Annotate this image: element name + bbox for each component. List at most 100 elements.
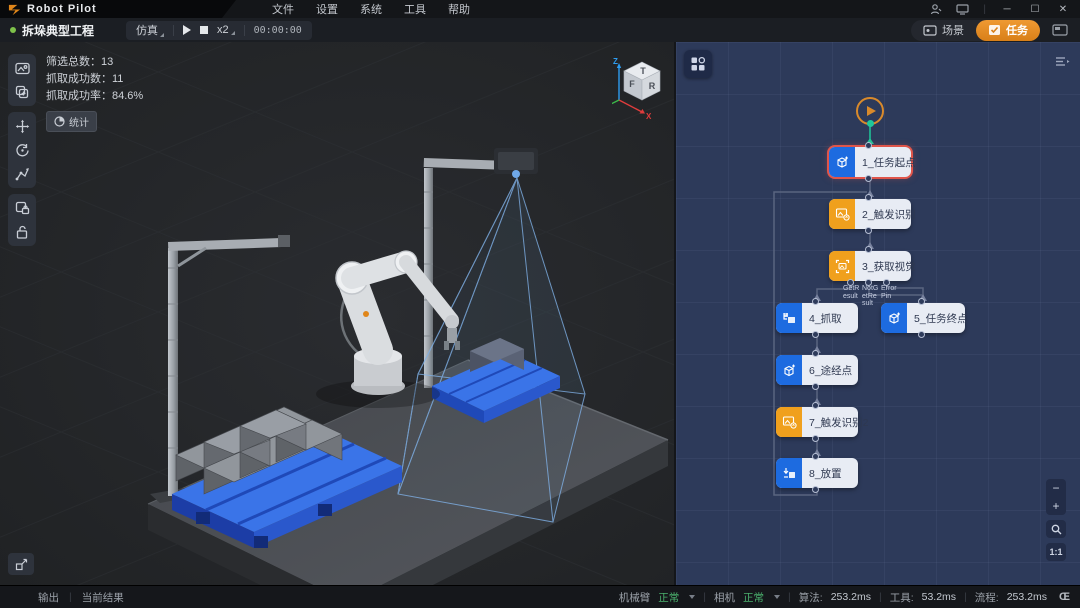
- output-port[interactable]: [812, 435, 819, 442]
- layers-add-button[interactable]: [10, 81, 34, 103]
- speed-dropdown[interactable]: x2: [217, 24, 235, 36]
- viewport-toolbar: [8, 54, 36, 246]
- 3d-viewport[interactable]: 筛选总数：13 抓取成功数：11 抓取成功率：84.6% 统计 T F R: [0, 42, 674, 585]
- task-flow-panel[interactable]: 1_任务起点 2_触发识别 3_获取视觉 GetResult NotGetRes…: [674, 42, 1080, 585]
- expand-icon: [15, 558, 28, 571]
- menu-help[interactable]: 帮助: [448, 1, 470, 17]
- flow-start-node[interactable]: [856, 97, 884, 125]
- output-port[interactable]: [812, 486, 819, 493]
- statistics-button[interactable]: 统计: [46, 111, 97, 132]
- port-label-getresult: GetResult: [843, 285, 861, 300]
- input-port[interactable]: [865, 194, 872, 201]
- axis-z-label: Z: [613, 57, 618, 66]
- output-tab[interactable]: 输出: [38, 590, 59, 605]
- menu-system[interactable]: 系统: [360, 1, 382, 17]
- flow-time-value: 253.2ms: [1007, 591, 1047, 603]
- robot-status-value[interactable]: 正常: [658, 590, 679, 605]
- view-capture-button[interactable]: [10, 57, 34, 79]
- output-port[interactable]: [918, 331, 925, 338]
- cube-icon: [881, 303, 907, 333]
- path-tool-button[interactable]: [10, 163, 34, 185]
- chevron-down-icon[interactable]: [689, 595, 695, 599]
- panel-icon: [1052, 24, 1068, 36]
- input-port[interactable]: [812, 298, 819, 305]
- task-icon: [988, 24, 1001, 36]
- play-button[interactable]: [183, 25, 191, 35]
- rotate-tool-button[interactable]: [10, 139, 34, 161]
- zoom-search-button[interactable]: [1046, 520, 1066, 538]
- input-port[interactable]: [865, 142, 872, 149]
- sort-list-icon: [1055, 56, 1070, 67]
- unlock-layer-button[interactable]: [10, 221, 34, 243]
- sim-mode-dropdown[interactable]: 仿真: [136, 22, 164, 38]
- flow-node-trigger-recognition[interactable]: 2_触发识别: [829, 199, 911, 229]
- magnifier-icon: [1051, 524, 1062, 535]
- input-port[interactable]: [812, 453, 819, 460]
- divider: |: [983, 4, 986, 15]
- play-icon: [867, 106, 876, 116]
- app-name: Robot Pilot: [27, 3, 97, 15]
- status-bar: 输出 | 当前结果 机械臂 正常 | 相机 正常 | 算法: 253.2ms |…: [0, 585, 1080, 608]
- input-port[interactable]: [812, 350, 819, 357]
- title-bar: Robot Pilot 文件 设置 系统 工具 帮助 | ─ ☐ ✕: [0, 0, 1080, 18]
- flow-node-place[interactable]: 8_放置: [776, 458, 858, 488]
- zoom-reset-button[interactable]: 1:1: [1046, 543, 1066, 561]
- camera-status-label: 相机: [714, 590, 735, 605]
- flow-node-trigger-recognition-2[interactable]: 7_触发识别2: [776, 407, 858, 437]
- input-port[interactable]: [865, 246, 872, 253]
- camera-unit[interactable]: [494, 148, 538, 178]
- divider: |: [879, 591, 882, 603]
- monitor-icon[interactable]: [956, 4, 969, 15]
- move-tool-button[interactable]: [10, 115, 34, 137]
- toolbar-group-view: [8, 54, 36, 106]
- toolbar-group-lock: [8, 194, 36, 246]
- zoom-out-button[interactable]: −: [1046, 479, 1066, 497]
- app-logo-icon: [8, 3, 21, 16]
- flow-node-task-start[interactable]: 1_任务起点: [829, 147, 911, 177]
- view-cube[interactable]: T F R Z X: [612, 54, 670, 120]
- lock-layer-button[interactable]: [10, 197, 34, 219]
- expand-output-button[interactable]: [8, 553, 34, 575]
- node-library-icon: [690, 56, 706, 72]
- input-port[interactable]: [812, 402, 819, 409]
- output-port[interactable]: [865, 175, 872, 182]
- project-title: 拆垛典型工程: [0, 22, 100, 39]
- start-output-port[interactable]: [867, 120, 874, 127]
- cube-plus-icon: [829, 147, 855, 177]
- capture-frame-icon: [829, 251, 855, 281]
- current-result-tab[interactable]: 当前结果: [82, 590, 124, 605]
- user-icon[interactable]: [930, 3, 942, 15]
- scene-tab[interactable]: 场景: [911, 20, 976, 41]
- photo-refresh-icon: [829, 199, 855, 229]
- flow-menu-button[interactable]: [1055, 54, 1070, 72]
- camera-status-value[interactable]: 正常: [743, 590, 764, 605]
- chevron-down-icon[interactable]: [774, 595, 780, 599]
- close-button[interactable]: ✕: [1056, 4, 1070, 15]
- flow-node-task-end[interactable]: 5_任务终点: [881, 303, 965, 333]
- flow-node-get-vision[interactable]: 3_获取视觉: [829, 251, 911, 281]
- grab-icon: [776, 303, 802, 333]
- viewcube-right-label[interactable]: R: [649, 81, 656, 91]
- flow-connections: [676, 42, 1080, 583]
- flow-node-waypoint[interactable]: 6_途经点: [776, 355, 858, 385]
- zoom-in-button[interactable]: +: [1046, 497, 1066, 515]
- flow-node-grab[interactable]: 4_抓取: [776, 303, 858, 333]
- output-port[interactable]: [865, 227, 872, 234]
- brand-mark: Œ: [1059, 591, 1070, 603]
- app-window: Robot Pilot 文件 设置 系统 工具 帮助 | ─ ☐ ✕: [0, 0, 1080, 608]
- input-port[interactable]: [918, 298, 925, 305]
- menu-settings[interactable]: 设置: [316, 1, 338, 17]
- maximize-button[interactable]: ☐: [1028, 4, 1042, 15]
- output-port[interactable]: [812, 383, 819, 390]
- viewcube-front-label[interactable]: F: [629, 79, 635, 89]
- viewcube-top-label[interactable]: T: [640, 66, 646, 76]
- minimize-button[interactable]: ─: [1000, 4, 1014, 15]
- menu-tools[interactable]: 工具: [404, 1, 426, 17]
- task-tab[interactable]: 任务: [976, 20, 1040, 41]
- divider: |: [703, 591, 706, 603]
- output-port[interactable]: [812, 331, 819, 338]
- stop-button[interactable]: [200, 26, 208, 34]
- node-library-button[interactable]: [684, 50, 712, 78]
- menu-file[interactable]: 文件: [272, 1, 294, 17]
- panel-toggle-button[interactable]: [1048, 21, 1072, 39]
